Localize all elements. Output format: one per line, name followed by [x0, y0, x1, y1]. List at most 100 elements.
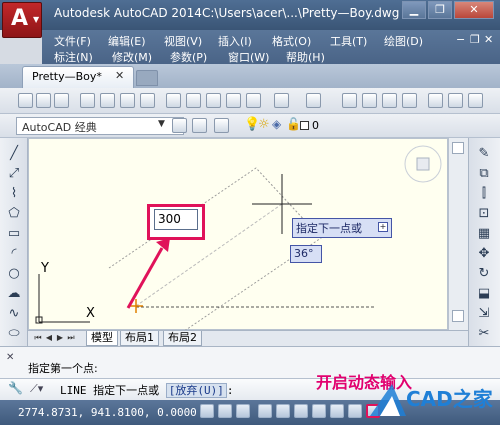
save-icon[interactable]	[54, 93, 69, 108]
offset-icon[interactable]: ⊡	[475, 206, 493, 222]
tool-palettes-icon[interactable]	[468, 93, 483, 108]
viewport-freeze-icon[interactable]: ◈	[272, 117, 281, 131]
prev-layout-icon[interactable]: ◀	[44, 331, 54, 344]
allow-ucs-icon[interactable]	[348, 404, 362, 418]
command-prompt: LINE 指定下一点或 [放弃(U)]:	[60, 382, 234, 398]
close-button[interactable]: ✕	[454, 1, 494, 19]
scale-icon[interactable]: ⬓	[475, 286, 493, 302]
menu-restore-icon[interactable]: ❐	[470, 33, 480, 46]
next-layout-icon[interactable]: ▶	[55, 331, 65, 344]
first-layout-icon[interactable]: ⏮	[33, 331, 43, 344]
publish-icon[interactable]	[120, 93, 135, 108]
revision-cloud-icon[interactable]: ☁	[5, 286, 23, 302]
mirror-icon[interactable]: ⫿	[475, 186, 493, 202]
new-tab-button[interactable]	[136, 70, 158, 86]
line-icon[interactable]: ╱	[5, 146, 23, 162]
menu-window[interactable]: 窗口(W)	[228, 49, 269, 65]
arc-icon[interactable]: ◜	[5, 246, 23, 262]
polyline-icon[interactable]: ⌇	[5, 186, 23, 202]
application-menu-button[interactable]: A ▼	[2, 2, 42, 38]
cursor-coordinates[interactable]: 2774.8731, 941.8100, 0.0000	[18, 406, 197, 419]
object-snap-icon[interactable]	[294, 404, 308, 418]
array-icon[interactable]: ▦	[475, 226, 493, 242]
current-layer-name[interactable]: 0	[312, 119, 319, 132]
undo-icon[interactable]	[274, 93, 289, 108]
new-icon[interactable]	[18, 93, 33, 108]
menu-file[interactable]: 文件(F)	[54, 33, 91, 49]
pan-icon[interactable]	[342, 93, 357, 108]
restore-button[interactable]: ❐	[428, 1, 452, 19]
command-window-close-icon[interactable]: ✕	[6, 352, 14, 363]
tab-layout2[interactable]: 布局2	[163, 331, 202, 346]
menu-insert[interactable]: 插入(I)	[218, 33, 252, 49]
menu-help[interactable]: 帮助(H)	[286, 49, 325, 65]
dynamic-input-field[interactable]: 300	[154, 209, 198, 230]
minimize-button[interactable]: ▁	[402, 1, 426, 19]
prompt-suffix: :	[226, 384, 234, 397]
tab-layout1[interactable]: 布局1	[120, 331, 159, 346]
workspace-settings-icon[interactable]	[172, 118, 187, 133]
menu-edit[interactable]: 编辑(E)	[108, 33, 146, 49]
menu-min-icon[interactable]: −	[456, 33, 465, 46]
copy-icon[interactable]	[186, 93, 201, 108]
spline-icon[interactable]: ∿	[5, 306, 23, 322]
menu-dimension[interactable]: 标注(N)	[54, 49, 93, 65]
print-preview-icon[interactable]	[100, 93, 115, 108]
angle-value: 36°	[294, 247, 314, 260]
3d-object-snap-icon[interactable]	[312, 404, 326, 418]
circle-icon[interactable]: ○	[5, 266, 23, 282]
sun-icon[interactable]: ☼	[258, 117, 270, 132]
zoom-realtime-icon[interactable]	[362, 93, 377, 108]
polygon-icon[interactable]: ⬠	[5, 206, 23, 222]
paste-icon[interactable]	[206, 93, 221, 108]
recent-commands-icon[interactable]: ⟋▾	[30, 382, 43, 396]
erase-icon[interactable]: ✎	[475, 146, 493, 162]
tab-close-icon[interactable]: ✕	[115, 69, 124, 82]
menu-parameters[interactable]: 参数(P)	[170, 49, 207, 65]
menu-format[interactable]: 格式(O)	[272, 33, 311, 49]
rectangle-icon[interactable]: ▭	[5, 226, 23, 242]
snap-mode-icon[interactable]	[218, 404, 232, 418]
zoom-previous-icon[interactable]	[402, 93, 417, 108]
menu-view[interactable]: 视图(V)	[164, 33, 202, 49]
copy-object-icon[interactable]: ⧉	[475, 166, 493, 182]
redo-icon[interactable]	[306, 93, 321, 108]
block-editor-icon[interactable]	[246, 93, 261, 108]
scroll-down-icon[interactable]	[452, 310, 464, 322]
ortho-mode-icon[interactable]	[258, 404, 272, 418]
vertical-scrollbar[interactable]	[448, 138, 468, 330]
rotate-icon[interactable]: ↻	[475, 266, 493, 282]
chevron-down-icon[interactable]: ▼	[158, 119, 165, 129]
layer-states-icon[interactable]	[214, 118, 229, 133]
wrench-icon[interactable]: 🔧	[8, 381, 23, 395]
tab-model[interactable]: 模型	[86, 331, 118, 346]
move-icon[interactable]: ✥	[475, 246, 493, 262]
open-icon[interactable]	[36, 93, 51, 108]
properties-icon[interactable]	[428, 93, 443, 108]
undo-option[interactable]: [放弃(U)]	[165, 383, 227, 398]
infer-constraints-icon[interactable]	[200, 404, 214, 418]
polar-tracking-icon[interactable]	[276, 404, 290, 418]
grid-display-icon[interactable]	[236, 404, 250, 418]
menu-close-icon[interactable]: ✕	[484, 33, 493, 46]
3d-dwf-icon[interactable]	[140, 93, 155, 108]
stretch-icon[interactable]: ⇲	[475, 306, 493, 322]
trim-icon[interactable]: ✂	[475, 326, 493, 342]
menu-modify[interactable]: 修改(M)	[112, 49, 152, 65]
menu-draw[interactable]: 绘图(D)	[384, 33, 423, 49]
ellipse-icon[interactable]: ⬭	[5, 326, 23, 342]
menu-tools[interactable]: 工具(T)	[330, 33, 367, 49]
lock-icon[interactable]: 🔓	[286, 117, 301, 131]
object-snap-tracking-icon[interactable]	[330, 404, 344, 418]
print-icon[interactable]	[80, 93, 95, 108]
last-layout-icon[interactable]: ⏭	[66, 331, 76, 344]
match-properties-icon[interactable]	[226, 93, 241, 108]
layer-properties-icon[interactable]	[192, 118, 207, 133]
scroll-up-icon[interactable]	[452, 142, 464, 154]
zoom-window-icon[interactable]	[382, 93, 397, 108]
options-down-arrow-icon[interactable]: +	[378, 222, 388, 232]
cut-icon[interactable]	[166, 93, 181, 108]
viewcube-icon[interactable]	[404, 145, 442, 183]
construction-line-icon[interactable]: ⤢	[5, 166, 23, 182]
design-center-icon[interactable]	[448, 93, 463, 108]
